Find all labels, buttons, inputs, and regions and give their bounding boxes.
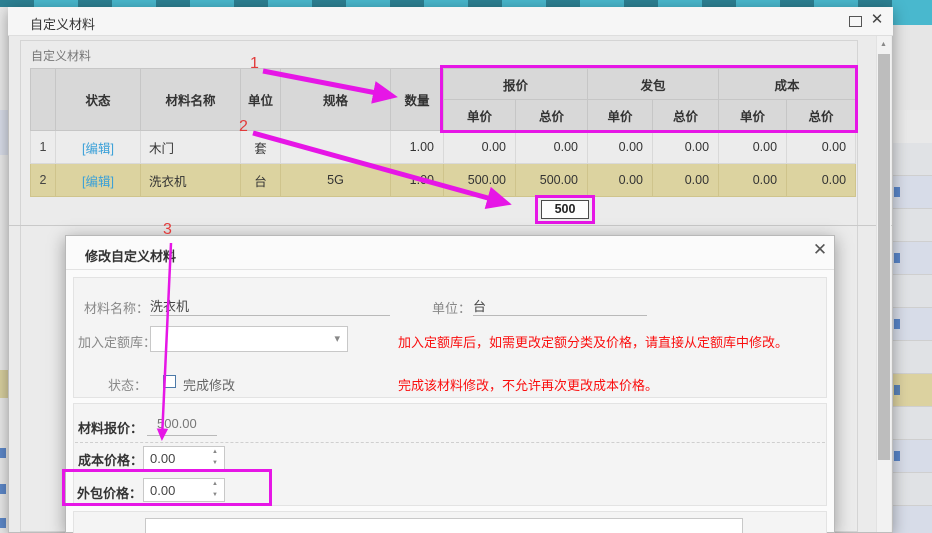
background-table-row — [893, 440, 932, 473]
quota-library-label: 加入定额库： — [78, 332, 156, 351]
background-table-row — [893, 275, 932, 308]
background-table-row — [893, 308, 932, 341]
quota-warning-text: 加入定额库后，如需更改定额分类及价格，请直接从定额库中修改。 — [398, 332, 788, 351]
cell-quote-unit: 500.00 — [444, 164, 516, 197]
quote-value-highlight: 500 — [535, 195, 595, 224]
cell-qty: 1.00 — [391, 131, 444, 164]
background-toolbar — [0, 0, 932, 7]
dialog-titlebar — [8, 7, 893, 36]
chevron-down-icon: ▾ — [334, 332, 340, 345]
outsource-price-highlight — [62, 469, 272, 506]
divider — [75, 442, 825, 443]
quota-library-select[interactable]: ▾ — [150, 326, 348, 352]
price-columns-highlight — [440, 65, 858, 133]
maximize-icon[interactable] — [849, 16, 862, 27]
background-link-fragment — [894, 385, 900, 395]
background-table-row — [893, 341, 932, 374]
modal-close-icon[interactable]: ✕ — [810, 240, 830, 260]
status-label: 状态： — [108, 375, 147, 394]
background-table-row — [893, 209, 932, 242]
row-number: 1 — [31, 131, 56, 164]
annotation-number-2: 2 — [239, 118, 248, 136]
annotation-number-1: 1 — [250, 55, 259, 73]
cell-unit: 台 — [241, 164, 281, 197]
background-row-fragment — [0, 370, 8, 398]
material-name-input[interactable] — [150, 296, 390, 316]
cell-out-total: 0.00 — [653, 164, 719, 197]
cell-out-total: 0.00 — [653, 131, 719, 164]
divider — [9, 225, 892, 226]
background-left-sliver — [0, 7, 8, 533]
material-quote-value: 500.00 — [147, 416, 217, 436]
cell-cost-total: 0.00 — [787, 164, 856, 197]
cell-spec: 5G — [281, 164, 391, 197]
close-icon[interactable]: ✕ — [869, 11, 885, 29]
background-toolbar-text-fragments — [0, 0, 932, 7]
cell-qty: 1.00 — [391, 164, 444, 197]
background-link-fragment — [894, 253, 900, 263]
cell-cost-unit: 0.00 — [719, 131, 787, 164]
background-table-row — [893, 407, 932, 440]
spin-down-icon[interactable]: ▼ — [207, 458, 223, 469]
background-toolbar-corner — [893, 0, 932, 25]
cost-price-input[interactable] — [144, 447, 206, 469]
cell-out-unit: 0.00 — [588, 131, 653, 164]
cell-name: 木门 — [141, 131, 241, 164]
col-header-spec: 规格 — [281, 69, 391, 131]
background-link-fragment — [894, 319, 900, 329]
col-header-status: 状态 — [56, 69, 141, 131]
background-table-row — [893, 506, 932, 533]
background-table-row — [893, 176, 932, 209]
edit-link[interactable]: [编辑] — [82, 175, 114, 189]
spin-up-icon[interactable]: ▲ — [207, 447, 223, 458]
col-header-rownum — [31, 69, 56, 131]
row-number: 2 — [31, 164, 56, 197]
cost-price-stepper[interactable]: ▲ ▼ — [143, 446, 225, 470]
cell-out-unit: 0.00 — [588, 164, 653, 197]
background-row-fragment — [0, 110, 8, 155]
scrollbar-up-icon[interactable]: ▲ — [876, 38, 891, 52]
background-link-fragment — [0, 484, 6, 494]
col-header-qty: 数量 — [391, 69, 444, 131]
divider — [66, 269, 834, 270]
background-table-row — [893, 374, 932, 407]
remark-textarea[interactable] — [145, 518, 743, 533]
table-row-selected[interactable]: 2 [编辑] 洗衣机 台 5G 1.00 500.00 500.00 0.00 … — [31, 164, 856, 197]
background-link-fragment — [0, 448, 6, 458]
screen: 自定义材料 ✕ 自定义材料 状态 材料名称 单位 规格 数量 报价 发包 成本 … — [0, 0, 932, 533]
cell-quote-total: 0.00 — [516, 131, 588, 164]
background-table-row — [893, 473, 932, 506]
material-name-label: 材料名称： — [84, 298, 149, 317]
complete-modification-checkbox[interactable] — [163, 375, 176, 388]
col-header-name: 材料名称 — [141, 69, 241, 131]
material-quote-label: 材料报价： — [78, 418, 143, 437]
cell-spec — [281, 131, 391, 164]
cell-cost-unit: 0.00 — [719, 164, 787, 197]
quote-value-box: 500 — [541, 200, 589, 219]
edit-link[interactable]: [编辑] — [82, 142, 114, 156]
cell-quote-total: 500.00 — [516, 164, 588, 197]
background-link-fragment — [894, 451, 900, 461]
modal-title: 修改自定义材料 — [85, 246, 176, 265]
dialog-title: 自定义材料 — [30, 14, 95, 33]
complete-modification-label: 完成修改 — [183, 375, 235, 394]
scrollbar-thumb[interactable] — [878, 54, 890, 460]
cell-quote-unit: 0.00 — [444, 131, 516, 164]
annotation-number-3: 3 — [163, 221, 172, 239]
status-warning-text: 完成该材料修改，不允许再次更改成本价格。 — [398, 375, 658, 394]
background-link-fragment — [0, 518, 6, 528]
unit-label: 单位： — [432, 298, 471, 317]
background-link-fragment — [894, 187, 900, 197]
background-panel — [893, 25, 932, 110]
background-table-row — [893, 143, 932, 176]
cell-cost-total: 0.00 — [787, 131, 856, 164]
background-table-row — [893, 242, 932, 275]
table-row[interactable]: 1 [编辑] 木门 套 1.00 0.00 0.00 0.00 0.00 0.0… — [31, 131, 856, 164]
groupbox-label: 自定义材料 — [31, 47, 91, 64]
unit-input[interactable] — [473, 296, 647, 316]
cost-price-label: 成本价格： — [78, 450, 143, 469]
cell-name: 洗衣机 — [141, 164, 241, 197]
